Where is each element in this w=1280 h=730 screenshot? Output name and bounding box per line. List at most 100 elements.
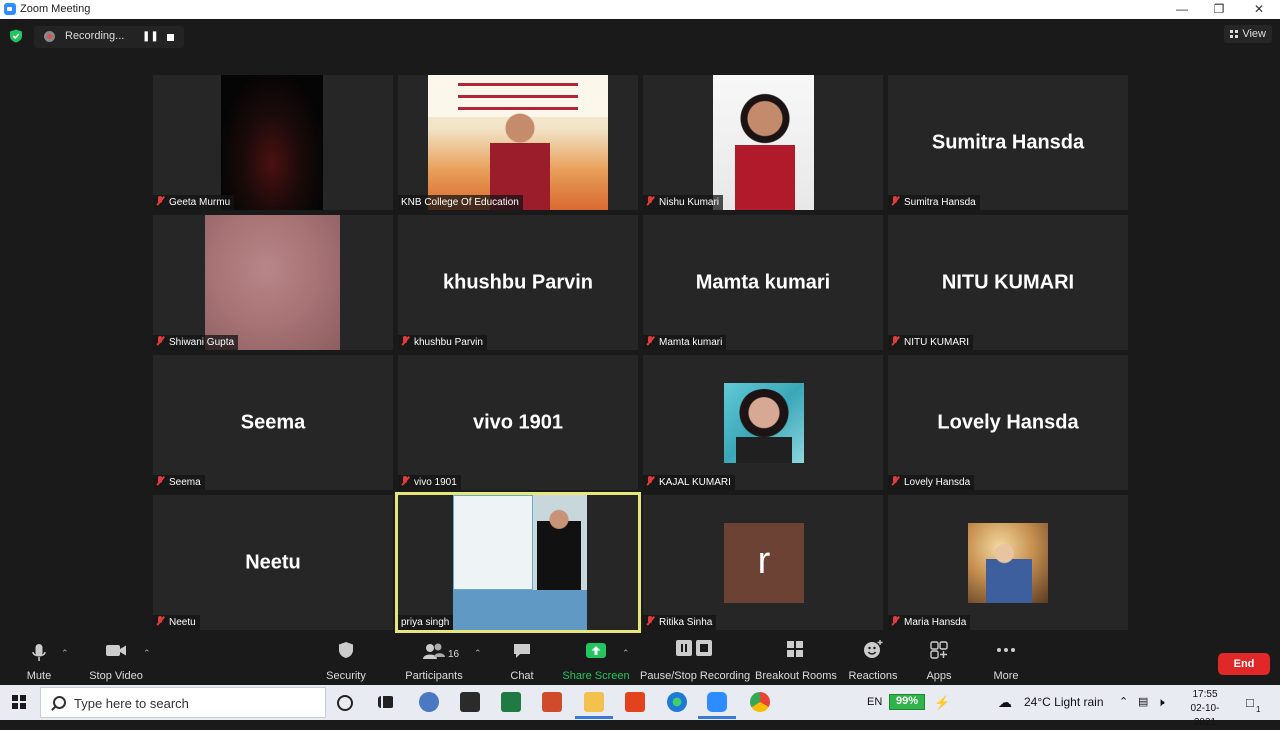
mute-button[interactable]: Mute <box>18 637 60 685</box>
mic-muted-icon <box>401 476 410 486</box>
mic-muted-icon <box>646 336 655 346</box>
participant-tile[interactable]: khushbu Parvin khushbu Parvin <box>398 215 638 350</box>
close-icon[interactable]: ✕ <box>1239 0 1279 19</box>
participants-options-chevron-icon[interactable]: ⌃ <box>474 649 482 658</box>
participant-name: Nishu Kumari <box>659 197 720 208</box>
clock-time: 17:55 <box>1192 689 1218 700</box>
taskbar-search-box[interactable]: Type here to search <box>40 687 326 718</box>
participant-name: priya singh <box>401 617 450 628</box>
stop-video-label: Stop Video <box>89 670 143 682</box>
security-button[interactable]: Security <box>322 637 370 685</box>
network-icon[interactable]: ▤ <box>1138 685 1148 720</box>
store-icon[interactable] <box>460 692 480 712</box>
end-meeting-button[interactable]: End <box>1218 653 1270 675</box>
participant-nameplate: Maria Hansda <box>888 615 971 630</box>
active-speaker-tile[interactable]: priya singh <box>395 492 641 633</box>
edge-browser-icon[interactable] <box>667 692 687 712</box>
participant-figure <box>537 501 581 593</box>
encryption-shield-icon[interactable] <box>9 29 23 43</box>
video-options-chevron-icon[interactable]: ⌃ <box>143 649 151 658</box>
whiteboard-graphic <box>453 495 533 590</box>
participant-nameplate: priya singh <box>398 615 454 630</box>
weather-text[interactable]: 24°C Light rain <box>1024 685 1104 720</box>
pause-recording-icon[interactable]: ❚❚ <box>142 32 159 42</box>
participant-tile[interactable]: NITU KUMARI NITU KUMARI <box>888 215 1128 350</box>
excel-icon[interactable] <box>501 692 521 712</box>
language-indicator[interactable]: EN <box>867 685 882 720</box>
participant-tile[interactable]: Seema Seema <box>153 355 393 490</box>
participant-tile[interactable]: Nishu Kumari <box>643 75 883 210</box>
participant-tile[interactable]: KNB College Of Education <box>398 75 638 210</box>
stop-video-button[interactable]: Stop Video <box>86 637 146 685</box>
participant-tile[interactable]: Sumitra Hansda Sumitra Hansda <box>888 75 1128 210</box>
mic-muted-icon <box>646 196 655 206</box>
zoom-logo-icon <box>4 3 16 15</box>
gallery-view: Geeta Murmu KNB College Of Education Nis… <box>153 75 1128 633</box>
reactions-button[interactable]: Reactions <box>848 637 898 685</box>
participant-tile[interactable]: KAJAL KUMARI <box>643 355 883 490</box>
share-screen-button[interactable]: Share Screen <box>562 637 630 685</box>
banner-line <box>458 83 578 86</box>
participant-name: vivo 1901 <box>414 477 457 488</box>
participant-tile[interactable]: Maria Hansda <box>888 495 1128 630</box>
system-clock[interactable]: 17:55 02-10-2021 <box>1180 688 1230 730</box>
windows-start-icon[interactable] <box>12 695 26 709</box>
participant-nameplate: Shiwani Gupta <box>153 335 239 350</box>
stop-recording-icon[interactable] <box>167 34 174 41</box>
task-view-icon[interactable] <box>378 696 394 708</box>
reactions-smiley-icon <box>864 640 883 658</box>
audio-options-chevron-icon[interactable]: ⌃ <box>61 649 69 658</box>
participant-video <box>713 75 814 210</box>
participant-tile[interactable]: r Ritika Sinha <box>643 495 883 630</box>
pause-stop-recording-button[interactable]: Pause/Stop Recording <box>640 637 751 685</box>
pause-stop-recording-icon <box>676 640 712 656</box>
battery-indicator[interactable]: 99% <box>889 694 925 710</box>
participant-name: khushbu Parvin <box>414 337 483 348</box>
file-explorer-icon[interactable] <box>584 692 604 712</box>
participant-video <box>428 75 608 210</box>
mic-muted-icon <box>646 476 655 486</box>
maximize-icon[interactable]: ❐ <box>1199 0 1239 19</box>
apps-button[interactable]: Apps <box>920 637 958 685</box>
more-button[interactable]: More <box>987 637 1025 685</box>
notifications-icon[interactable]: □ <box>1246 685 1254 720</box>
mic-muted-icon <box>156 616 165 626</box>
participant-tile[interactable]: Mamta kumari Mamta kumari <box>643 215 883 350</box>
active-app-indicator <box>575 716 613 719</box>
participant-nameplate: Seema <box>153 475 205 490</box>
minimize-icon[interactable]: — <box>1162 0 1202 19</box>
participant-nameplate: Lovely Hansda <box>888 475 975 490</box>
participant-nameplate: khushbu Parvin <box>398 335 487 350</box>
participant-nameplate: Neetu <box>153 615 200 630</box>
participant-name: Geeta Murmu <box>169 197 231 208</box>
participant-tile[interactable]: vivo 1901 vivo 1901 <box>398 355 638 490</box>
participant-display-name: Sumitra Hansda <box>931 131 1085 153</box>
powerpoint-icon[interactable] <box>542 692 562 712</box>
participant-tile[interactable]: Geeta Murmu <box>153 75 393 210</box>
office-icon[interactable] <box>625 692 645 712</box>
breakout-rooms-button[interactable]: Breakout Rooms <box>755 637 837 685</box>
participant-tile[interactable]: Shiwani Gupta <box>153 215 393 350</box>
share-options-chevron-icon[interactable]: ⌃ <box>622 649 630 658</box>
mic-muted-icon <box>891 336 900 346</box>
pause-stop-recording-label: Pause/Stop Recording <box>640 670 751 682</box>
banner-line <box>458 95 578 98</box>
view-button[interactable]: View <box>1224 25 1272 43</box>
chat-button[interactable]: Chat <box>502 637 542 685</box>
photo-app-icon[interactable] <box>419 692 439 712</box>
participant-figure <box>986 537 1032 603</box>
show-hidden-icons-chevron-icon[interactable]: ⌃ <box>1119 685 1128 720</box>
participant-name: KAJAL KUMARI <box>659 477 731 488</box>
participant-display-name: vivo 1901 <box>472 411 564 433</box>
participants-button[interactable]: 16 Participants <box>402 637 466 685</box>
participant-tile[interactable]: Lovely Hansda Lovely Hansda <box>888 355 1128 490</box>
zoom-app-icon[interactable] <box>707 692 727 712</box>
volume-icon[interactable]: 🕨 <box>1157 685 1165 720</box>
chrome-icon[interactable] <box>750 692 770 712</box>
recording-dot-icon <box>44 31 55 42</box>
mic-muted-icon <box>156 196 165 206</box>
mic-muted-icon <box>646 616 655 626</box>
cortana-icon[interactable] <box>337 695 353 711</box>
search-placeholder: Type here to search <box>74 696 189 711</box>
participant-tile[interactable]: Neetu Neetu <box>153 495 393 630</box>
